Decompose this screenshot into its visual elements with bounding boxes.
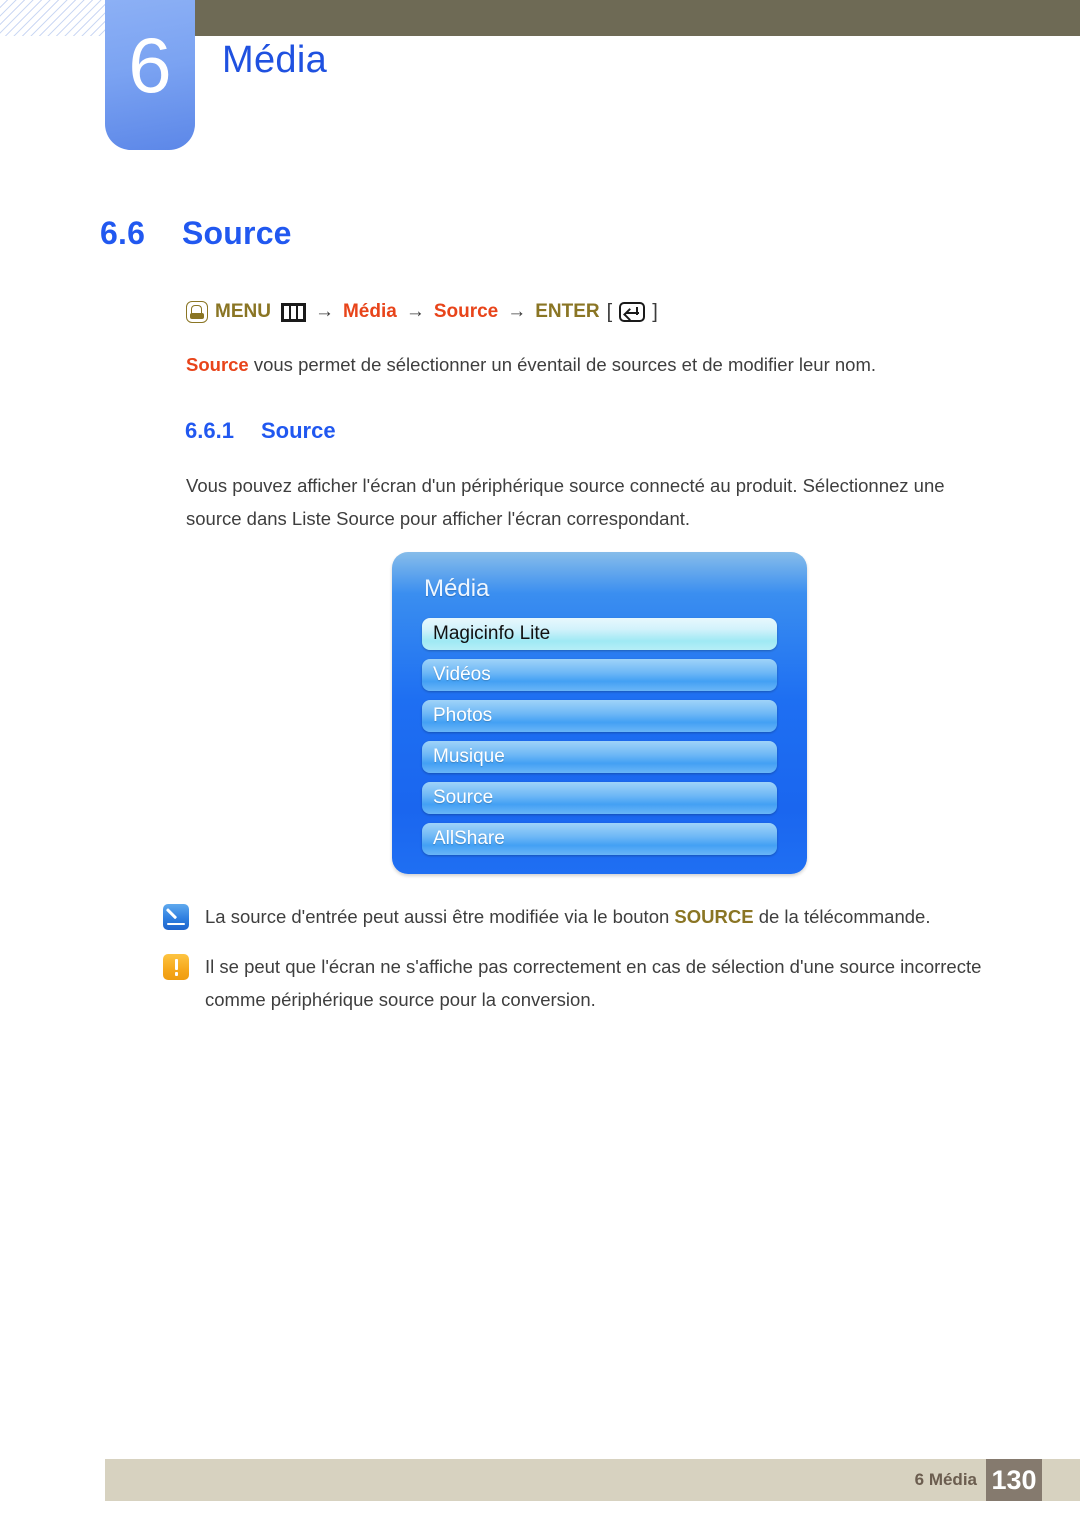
- note-text-before: La source d'entrée peut aussi être modif…: [205, 906, 675, 927]
- note-info: La source d'entrée peut aussi être modif…: [163, 900, 1013, 933]
- osd-item-label: Musique: [433, 746, 505, 767]
- osd-item-musique[interactable]: Musique: [422, 741, 777, 773]
- chapter-tab: 6: [105, 0, 195, 150]
- note-warning: Il se peut que l'écran ne s'affiche pas …: [163, 950, 1023, 1016]
- subsection-heading: 6.6.1 Source: [185, 417, 336, 445]
- menu-bars-icon: [280, 302, 306, 322]
- note-emphasis-source: SOURCE: [674, 906, 754, 927]
- note-pencil-icon: [163, 904, 189, 930]
- header-olive-bar: [195, 0, 1080, 36]
- section-title: Source: [182, 215, 292, 251]
- bracket-close: ]: [652, 301, 658, 323]
- osd-item-label: Source: [433, 787, 494, 808]
- lead-rest: vous permet de sélectionner un éventail …: [248, 354, 877, 375]
- osd-item-allshare[interactable]: AllShare: [422, 823, 777, 855]
- section-number: 6.6: [100, 215, 146, 251]
- enter-label: ENTER: [535, 301, 600, 322]
- subsection-title: Source: [261, 418, 336, 443]
- menu-label: MENU: [215, 301, 271, 322]
- note-info-text: La source d'entrée peut aussi être modif…: [205, 900, 930, 933]
- path-item-media: Média: [342, 301, 397, 322]
- body-paragraph: Vous pouvez afficher l'écran d'un périph…: [186, 475, 945, 529]
- lead-highlight: Source: [186, 354, 249, 375]
- note-text-after: de la télécommande.: [753, 906, 931, 927]
- subsection-number: 6.6.1: [185, 418, 234, 443]
- path-arrow-2: →: [405, 301, 425, 322]
- osd-item-label: Magicinfo Lite: [433, 623, 551, 644]
- note-warning-text: Il se peut que l'écran ne s'affiche pas …: [205, 956, 982, 1010]
- footer-label: 6 Média: [914, 1470, 977, 1489]
- path-item-source: Source: [433, 301, 499, 322]
- section-heading: 6.6 Source: [100, 214, 292, 252]
- path-arrow-3: →: [507, 301, 527, 322]
- osd-menu-panel: Média Magicinfo Lite Vidéos Photos Musiq…: [392, 552, 807, 874]
- osd-item-label: Photos: [433, 705, 493, 726]
- osd-item-videos[interactable]: Vidéos: [422, 659, 777, 691]
- chapter-number: 6: [128, 21, 172, 109]
- osd-item-source[interactable]: Source: [422, 782, 777, 814]
- menu-path-breadcrumb: MENU → Média → Source → ENTER [ ]: [186, 300, 658, 324]
- hatch-decoration: [0, 0, 108, 36]
- enter-key-icon: [619, 302, 646, 322]
- chapter-title: Média: [222, 39, 327, 81]
- osd-title: Média: [424, 575, 490, 602]
- lead-paragraph: Source vous permet de sélectionner un év…: [186, 351, 1016, 378]
- bracket-open: [: [606, 301, 613, 323]
- osd-item-magicinfo-lite[interactable]: Magicinfo Lite: [422, 618, 777, 650]
- osd-item-label: Vidéos: [433, 664, 491, 685]
- warning-exclamation-icon: [163, 954, 189, 980]
- page-number: 130: [986, 1459, 1042, 1501]
- osd-item-label: AllShare: [433, 828, 505, 849]
- osd-item-photos[interactable]: Photos: [422, 700, 777, 732]
- manual-page: 6 Média 6.6 Source MENU → Média → Source …: [0, 0, 1080, 1527]
- path-arrow-1: →: [314, 301, 334, 322]
- hand-press-icon: [186, 301, 208, 323]
